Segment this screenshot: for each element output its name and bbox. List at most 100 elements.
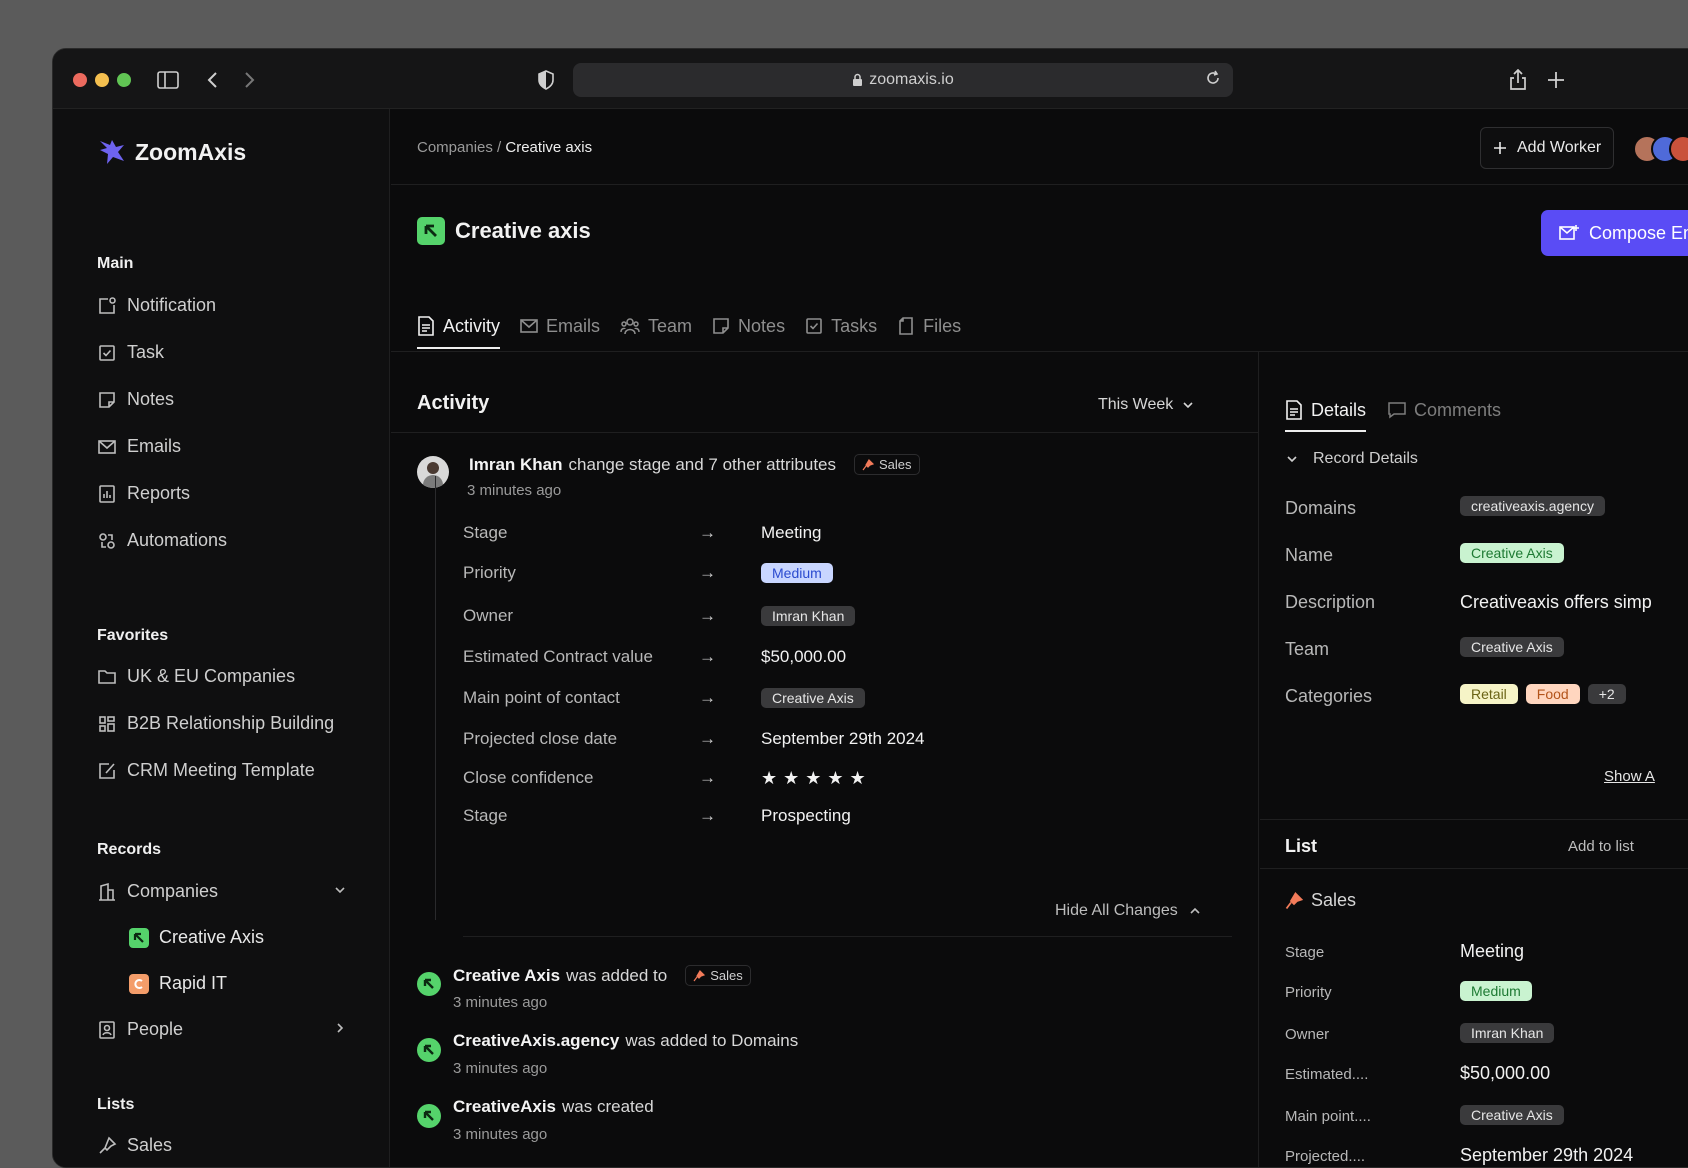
contact-tag: Creative Axis <box>761 688 865 708</box>
detail-value-domains: creativeaxis.agency <box>1460 496 1605 516</box>
sidebar-toggle-icon[interactable] <box>155 67 181 93</box>
category-tag[interactable]: Retail <box>1460 684 1518 704</box>
sidebar-item-reports[interactable]: Reports <box>97 483 347 504</box>
priority-tag[interactable]: Medium <box>1460 981 1532 1001</box>
chevron-down-icon[interactable] <box>333 881 347 902</box>
category-tag[interactable]: Food <box>1525 684 1580 704</box>
creative-axis-logo-icon <box>417 217 445 245</box>
team-tag[interactable]: Creative Axis <box>1460 637 1564 657</box>
lock-icon <box>853 73 863 86</box>
list-field-value[interactable]: Meeting <box>1460 941 1524 962</box>
tab-label: Team <box>648 315 693 336</box>
sidebar-item-notification[interactable]: Notification <box>97 295 347 316</box>
minimize-window-button[interactable] <box>95 73 109 87</box>
tab-team[interactable]: Team <box>620 305 692 347</box>
name-tag[interactable]: Creative Axis <box>1460 543 1564 563</box>
event-time: 3 minutes ago <box>467 482 562 499</box>
sidebar-item-companies[interactable]: Companies <box>97 881 347 902</box>
owner-tag[interactable]: Imran Khan <box>1460 1023 1555 1043</box>
favorite-uk-eu-companies[interactable]: UK & EU Companies <box>97 666 347 687</box>
brand-name: ZoomAxis <box>135 138 247 165</box>
add-worker-button[interactable]: Add Worker <box>1480 127 1615 169</box>
favorite-label: B2B Relationship Building <box>127 713 335 733</box>
tab-comments[interactable]: Comments <box>1388 392 1501 428</box>
tab-emails[interactable]: Emails <box>520 305 600 347</box>
tab-activity[interactable]: Activity <box>417 305 501 349</box>
event-subject[interactable]: CreativeAxis.agency <box>453 1031 619 1051</box>
record-tabs: Activity Emails Team Notes Tasks Files <box>417 305 961 349</box>
share-icon[interactable] <box>1505 67 1531 93</box>
activity-divider <box>391 432 1258 433</box>
list-field-value[interactable]: September 29th 2024 <box>1460 1145 1633 1166</box>
change-row-contact: Main point of contact → Creative Axis <box>463 685 1063 711</box>
category-more-tag[interactable]: +2 <box>1587 684 1626 704</box>
favorite-b2b-relationship[interactable]: B2B Relationship Building <box>97 713 347 734</box>
contact-tag[interactable]: Creative Axis <box>1460 1105 1564 1125</box>
compose-email-button[interactable]: Compose Em <box>1541 210 1688 256</box>
address-bar[interactable]: zoomaxis.io <box>573 63 1233 97</box>
tab-tasks[interactable]: Tasks <box>805 305 877 347</box>
sidebar-item-label: Emails <box>127 436 182 456</box>
time-filter-dropdown[interactable]: This Week <box>1098 396 1195 414</box>
favorite-crm-meeting-template[interactable]: CRM Meeting Template <box>97 760 347 781</box>
reload-icon[interactable] <box>1205 70 1221 91</box>
sidebar-item-people[interactable]: People <box>97 1019 347 1040</box>
sidebar-item-task[interactable]: Task <box>97 342 347 363</box>
sidebar-item-sales-list[interactable]: Sales <box>97 1135 347 1156</box>
grid-icon <box>99 715 115 732</box>
creative-axis-logo-icon <box>129 927 149 948</box>
page-title: Creative axis <box>417 217 591 245</box>
forward-icon[interactable] <box>237 67 263 93</box>
add-to-list-button[interactable]: Add to list <box>1568 838 1634 855</box>
domain-tag[interactable]: creativeaxis.agency <box>1460 496 1605 516</box>
browser-window: zoomaxis.io ZoomAxis Main Notification T… <box>52 48 1688 1168</box>
tab-details[interactable]: Details <box>1285 392 1367 432</box>
event-subject[interactable]: Creative Axis <box>453 966 560 986</box>
list-field-label: Priority <box>1285 984 1332 1001</box>
shield-icon[interactable] <box>533 67 559 93</box>
favorite-label: UK & EU Companies <box>127 666 296 686</box>
close-window-button[interactable] <box>73 73 87 87</box>
list-field-value[interactable]: $50,000.00 <box>1460 1063 1550 1084</box>
tab-label: Activity <box>443 315 501 336</box>
section-main-label: Main <box>97 255 134 272</box>
company-rapid-it[interactable]: Rapid IT <box>129 973 227 994</box>
event-user[interactable]: Imran Khan <box>469 455 563 475</box>
detail-value-description[interactable]: Creativeaxis offers simp <box>1460 592 1652 613</box>
change-value: $50,000.00 <box>761 647 847 666</box>
tab-files[interactable]: Files <box>897 305 961 347</box>
person-card-icon <box>99 1020 115 1039</box>
section-records-label: Records <box>97 841 162 858</box>
list-header-divider <box>1260 868 1688 869</box>
sidebar-item-emails[interactable]: Emails <box>97 436 347 457</box>
sidebar-item-notes[interactable]: Notes <box>97 389 347 410</box>
user-avatar[interactable] <box>417 456 449 488</box>
back-icon[interactable] <box>199 67 225 93</box>
compose-label: Compose Em <box>1589 222 1688 243</box>
record-details-toggle[interactable]: Record Details <box>1285 450 1418 468</box>
tab-label: Comments <box>1414 399 1502 420</box>
sidebar-item-automations[interactable]: Automations <box>97 530 347 551</box>
event-text: was created <box>562 1097 654 1116</box>
sales-chip[interactable]: Sales <box>685 965 751 986</box>
new-tab-icon[interactable] <box>1543 67 1569 93</box>
company-creative-axis[interactable]: Creative Axis <box>129 927 264 948</box>
sales-chip[interactable]: Sales <box>854 454 920 475</box>
show-all-link[interactable]: Show A <box>1604 768 1655 785</box>
detail-value-name: Creative Axis <box>1460 543 1564 563</box>
detail-label-name: Name <box>1285 545 1334 565</box>
tab-notes[interactable]: Notes <box>712 305 785 347</box>
hide-all-changes-button[interactable]: Hide All Changes <box>1055 902 1202 920</box>
brand-logo[interactable]: ZoomAxis <box>97 137 246 167</box>
chevron-right-icon[interactable] <box>333 1019 347 1040</box>
list-sales[interactable]: Sales <box>1285 890 1356 911</box>
creative-axis-avatar <box>417 1038 441 1062</box>
creative-axis-avatar <box>417 972 441 996</box>
worker-avatars[interactable] <box>1633 135 1688 163</box>
change-label: Stage <box>463 523 508 542</box>
event-subject[interactable]: CreativeAxis <box>453 1097 556 1117</box>
activity-panel: Activity This Week Imran Khan change sta… <box>391 352 1259 1167</box>
breadcrumb-companies[interactable]: Companies <box>417 139 493 156</box>
zoom-window-button[interactable] <box>117 73 131 87</box>
section-lists-label: Lists <box>97 1096 135 1113</box>
